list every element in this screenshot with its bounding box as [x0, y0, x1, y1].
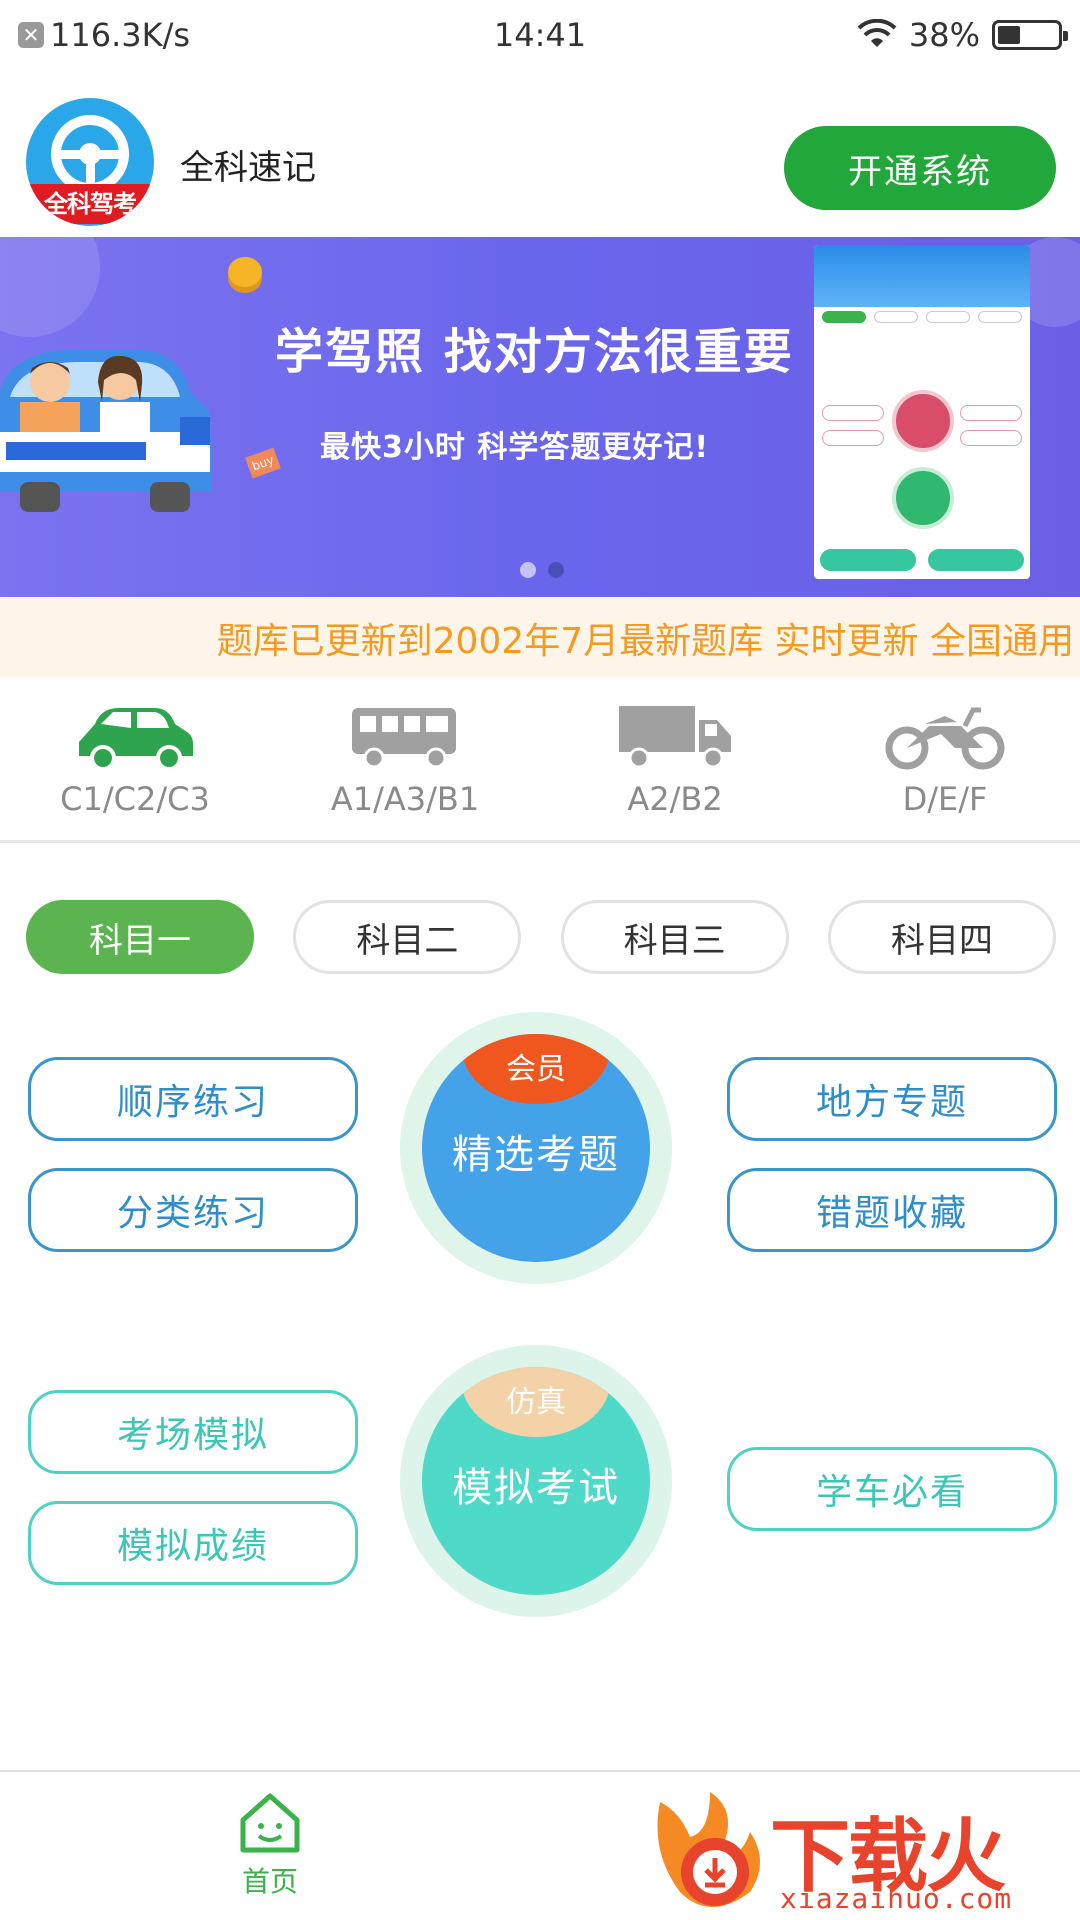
preview-circle: [892, 467, 954, 529]
app-name: 全科速记: [180, 148, 316, 188]
member-badge-label: 会员: [506, 1052, 566, 1087]
must-watch-button[interactable]: 学车必看: [727, 1447, 1057, 1531]
vehicle-type-selector: C1/C2/C3 A1/A3/B1 A2/B2 D/E/F: [0, 690, 1080, 840]
notice-text: 题库已更新到2002年7月最新题库 实时更新 全国通用: [216, 621, 1074, 662]
car-icon: [79, 708, 193, 771]
banner-subtitle: 最快3小时 科学答题更好记!: [320, 430, 709, 465]
mock-exam-button[interactable]: 仿真 模拟考试: [400, 1345, 672, 1617]
flame-logo-icon: [657, 1792, 760, 1907]
app-logo: 全科驾考: [26, 98, 154, 226]
mock-exam-circle: 仿真 模拟考试: [422, 1367, 650, 1595]
nav-home-label: 首页: [241, 1865, 298, 1898]
category-practice-button[interactable]: 分类练习: [28, 1168, 358, 1252]
truck-icon: [619, 706, 731, 769]
featured-circle: 会员 精选考题: [422, 1034, 650, 1262]
network-speed: 116.3K/s: [50, 16, 191, 54]
sequential-practice-button[interactable]: 顺序练习: [28, 1057, 358, 1141]
header: 全科驾考 全科速记 开通系统: [0, 90, 1080, 240]
motorcycle-icon: [885, 707, 1005, 770]
promo-banner[interactable]: buy 学驾照 找对方法很重要 最快3小时 科学答题更好记!: [0, 237, 1080, 597]
battery-percent: 38%: [908, 16, 980, 54]
preview-pill: [822, 430, 884, 446]
vehicle-label: C1/C2/C3: [60, 780, 210, 818]
vehicle-car[interactable]: C1/C2/C3: [0, 690, 270, 840]
status-bar: ✕ 116.3K/s 14:41 38%: [0, 0, 1080, 70]
pagination-dot[interactable]: [520, 562, 536, 578]
mistake-collection-button[interactable]: 错题收藏: [727, 1168, 1057, 1252]
featured-label: 精选考题: [452, 1132, 620, 1178]
bus-icon: [352, 708, 456, 769]
preview-pill: [960, 430, 1022, 446]
member-badge: 会员: [462, 1034, 610, 1104]
open-system-button[interactable]: 开通系统: [784, 126, 1056, 210]
vehicle-truck[interactable]: A2/B2: [540, 690, 810, 840]
buy-sign: buy: [245, 447, 281, 479]
banner-title: 学驾照 找对方法很重要: [275, 324, 794, 380]
notice-bar: 题库已更新到2002年7月最新题库 实时更新 全国通用: [0, 598, 1080, 678]
local-topics-button[interactable]: 地方专题: [727, 1057, 1057, 1141]
vehicle-label: A2/B2: [627, 780, 723, 818]
battery-icon: [992, 20, 1068, 50]
bottom-nav: 首页 下载火 xiazaihuo.com: [0, 1770, 1080, 1920]
watermark-url: xiazaihuo.com: [780, 1882, 1013, 1915]
mock-exam-label: 模拟考试: [452, 1465, 620, 1511]
simulation-scores-button[interactable]: 模拟成绩: [28, 1501, 358, 1585]
preview-buttons: [814, 549, 1030, 571]
preview-pill: [960, 405, 1022, 421]
notification-icon: ✕: [18, 22, 44, 48]
logo-text: 全科驾考: [26, 184, 154, 224]
status-right: 38%: [857, 16, 1068, 54]
vehicle-bus[interactable]: A1/A3/B1: [270, 690, 540, 840]
app-preview-image: [814, 245, 1030, 579]
preview-tabs: [814, 307, 1030, 327]
preview-circle: [892, 390, 954, 452]
tab-subject-3[interactable]: 科目三: [560, 900, 789, 974]
vehicle-motorcycle[interactable]: D/E/F: [810, 690, 1080, 840]
pagination-dot-active[interactable]: [548, 562, 564, 578]
simulation-badge-label: 仿真: [506, 1385, 566, 1420]
vehicle-label: D/E/F: [902, 780, 988, 818]
simulation-badge: 仿真: [462, 1367, 610, 1437]
banner-pagination: [520, 562, 564, 578]
watermark-logo: 下载火 xiazaihuo.com: [640, 1782, 1080, 1920]
coin-icon: [228, 257, 262, 287]
nav-home[interactable]: 首页: [230, 1792, 310, 1900]
tab-subject-4[interactable]: 科目四: [827, 900, 1056, 974]
featured-questions-button[interactable]: 会员 精选考题: [400, 1012, 672, 1284]
divider: [0, 840, 1080, 843]
home-icon: [240, 1793, 300, 1853]
tab-subject-2[interactable]: 科目二: [293, 900, 522, 974]
preview-header: [814, 245, 1030, 307]
preview-pill: [822, 405, 884, 421]
vehicle-label: A1/A3/B1: [330, 780, 480, 818]
subject-tabs: 科目一 科目二 科目三 科目四: [26, 900, 1056, 974]
wifi-icon: [857, 19, 897, 47]
tab-subject-1[interactable]: 科目一: [26, 900, 254, 974]
venue-simulation-button[interactable]: 考场模拟: [28, 1390, 358, 1474]
car-illustration: [0, 350, 212, 512]
battery-level: [998, 26, 1021, 44]
status-left: ✕ 116.3K/s: [18, 16, 190, 54]
